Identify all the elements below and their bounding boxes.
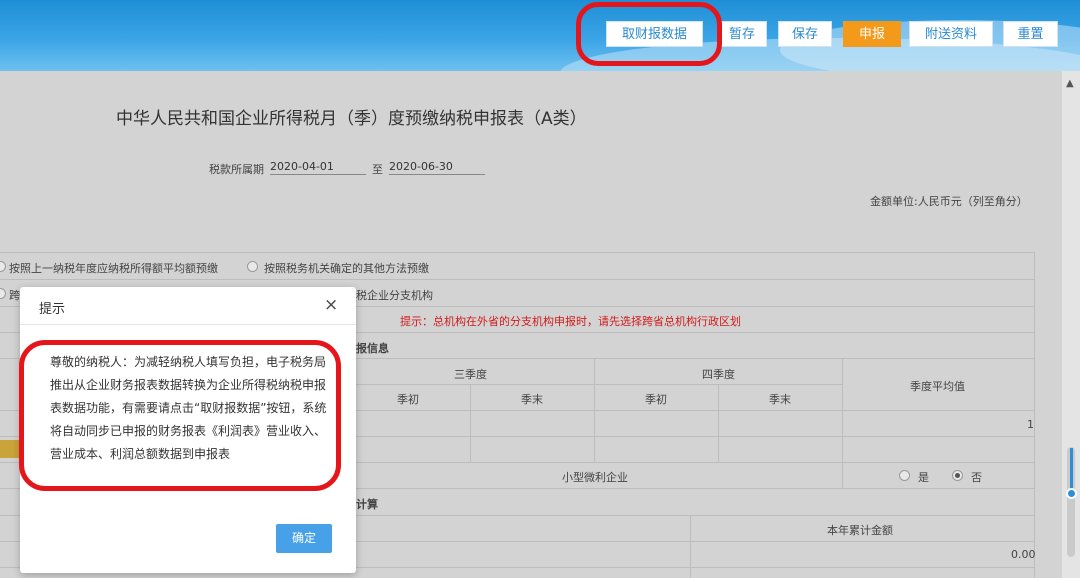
zoom-slider[interactable] [1066, 448, 1077, 500]
vertical-scrollbar[interactable]: ▲ [1062, 71, 1080, 578]
table-border [1034, 252, 1035, 578]
attach-documents-button[interactable]: 附送资料 [909, 21, 993, 47]
close-icon[interactable]: × [324, 295, 338, 315]
q3-start-header: 季初 [397, 393, 419, 406]
table-border [690, 515, 691, 578]
small-micro-no-radio[interactable] [952, 470, 963, 481]
small-micro-yes-label: 是 [918, 471, 929, 484]
fourth-quarter-header: 四季度 [702, 368, 735, 381]
table-border [842, 358, 843, 488]
small-micro-yes-radio[interactable] [899, 470, 910, 481]
row-value-cell: 1 [1027, 418, 1034, 431]
period-to-label: 至 [372, 163, 383, 176]
q4-start-header: 季初 [645, 393, 667, 406]
prepay-option-avg-label: 按照上一纳税年度应纳税所得额平均额预缴 [9, 262, 218, 275]
notice-dialog: 提示 × 尊敬的纳税人：为减轻纳税人填写负担，电子税务局推出从企业财务报表数据转… [20, 287, 356, 573]
dialog-message: 尊敬的纳税人：为减轻纳税人填写负担，电子税务局推出从企业财务报表数据转换为企业所… [50, 355, 327, 461]
q4-end-header: 季末 [769, 393, 791, 406]
dialog-title: 提示 [39, 302, 66, 317]
row2-fragment-right: 税企业分支机构 [356, 289, 433, 302]
fetch-financial-data-button[interactable]: 取财报数据 [606, 21, 703, 47]
third-quarter-header: 三季度 [454, 368, 487, 381]
small-micro-enterprise-label: 小型微利企业 [562, 471, 628, 484]
notice-text: 提示：总机构在外省的分支机构申报时，请先选择跨省总机构行政区划 [400, 315, 741, 328]
slider-knob[interactable] [1066, 488, 1077, 499]
amount-cell[interactable]: 0.00 [1011, 548, 1036, 561]
temp-save-button[interactable]: 暂存 [717, 21, 767, 47]
table-border [0, 279, 1034, 280]
table-border [470, 384, 471, 462]
period-label: 税款所属期 [209, 163, 264, 176]
table-border [0, 252, 1034, 253]
currency-unit-label: 金额单位:人民币元（列至角分） [870, 195, 1028, 208]
dialog-header: 提示 × [20, 287, 356, 325]
period-start-field[interactable]: 2020-04-01 [270, 160, 366, 175]
scroll-up-icon[interactable]: ▲ [1066, 79, 1076, 89]
row-marker [0, 440, 20, 458]
declare-button[interactable]: 申报 [843, 21, 901, 47]
table-border [718, 384, 719, 462]
small-micro-no-label: 否 [971, 471, 982, 484]
q3-end-header: 季末 [521, 393, 543, 406]
quarter-average-header: 季度平均值 [910, 380, 965, 393]
form-title: 中华人民共和国企业所得税月（季）度预缴纳税申报表（A类） [116, 109, 587, 129]
confirm-button[interactable]: 确定 [276, 524, 332, 553]
section-header-info: 报信息 [356, 342, 389, 355]
prepay-option-other-label: 按照税务机关确定的其他方法预缴 [264, 262, 429, 275]
prepay-method-radio[interactable] [247, 261, 258, 272]
ytd-amount-header: 本年累计金额 [827, 524, 893, 537]
table-border [594, 358, 595, 462]
save-button[interactable]: 保存 [778, 21, 832, 47]
row2-fragment-left: 跨 [9, 289, 20, 302]
section-header-calc: 计算 [356, 498, 378, 511]
reset-button[interactable]: 重置 [1003, 21, 1058, 47]
period-end-field[interactable]: 2020-06-30 [389, 160, 485, 175]
